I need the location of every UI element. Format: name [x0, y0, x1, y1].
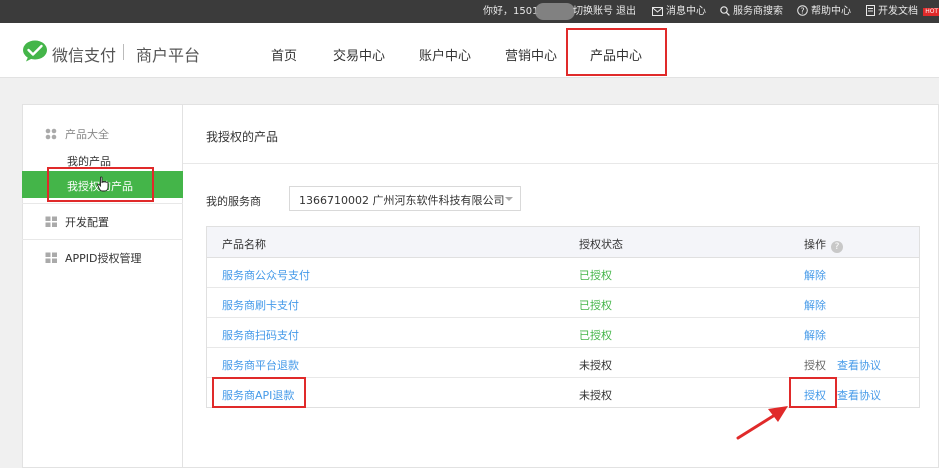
- arrow-icon: [736, 406, 788, 440]
- provider-search-link[interactable]: 服务商搜索: [720, 5, 783, 18]
- product-name-link[interactable]: 服务商公众号支付: [222, 267, 310, 283]
- nav-transaction-center[interactable]: 交易中心: [333, 45, 385, 64]
- view-agreement-link[interactable]: 查看协议: [837, 387, 881, 403]
- product-name-link[interactable]: 服务商平台退款: [222, 357, 299, 373]
- title-divider: [183, 163, 939, 164]
- svg-text:?: ?: [800, 6, 804, 15]
- brand-name: 微信支付: [52, 46, 117, 65]
- sidebar-group-products: 产品大全: [45, 126, 109, 142]
- top-bar: 你好，1501 切换账号 退出 消息中心 服务商搜索 ? 帮助中心 开发文档 HO…: [0, 0, 939, 23]
- status-text: 未授权: [579, 389, 612, 402]
- chevron-down-icon: [505, 197, 513, 201]
- hand-cursor-icon: [97, 176, 109, 192]
- help-circle-icon: ?: [797, 5, 808, 16]
- logout-link[interactable]: 退出: [616, 5, 636, 18]
- col-actions: 操作?: [804, 236, 843, 253]
- revoke-link[interactable]: 解除: [804, 297, 826, 313]
- messages-link[interactable]: 消息中心: [652, 5, 706, 18]
- table-row: 服务商公众号支付 已授权 解除: [207, 258, 919, 288]
- status-text: 未授权: [579, 359, 612, 372]
- sidebar-group-appid-auth-label: APPID授权管理: [65, 252, 142, 265]
- sidebar-group-products-label: 产品大全: [65, 128, 109, 141]
- api-refund-highlight-box: [212, 377, 306, 408]
- provider-select[interactable]: 1366710002 广州河东软件科技有限公司: [289, 186, 521, 211]
- provider-search-label: 服务商搜索: [733, 6, 783, 17]
- col-auth-status: 授权状态: [579, 238, 623, 251]
- document-icon: [866, 5, 875, 16]
- table-row: 服务商平台退款 未授权 授权 查看协议: [207, 348, 919, 378]
- squares-icon: [45, 252, 57, 263]
- sidebar-divider: [22, 203, 183, 204]
- authorize-highlight-box: [789, 377, 837, 408]
- help-link[interactable]: ? 帮助中心: [797, 5, 851, 18]
- help-label: 帮助中心: [811, 6, 851, 17]
- nav-account-center[interactable]: 账户中心: [419, 45, 471, 64]
- grid-icon: [45, 128, 57, 140]
- brand-separator: [123, 44, 124, 60]
- mail-icon: [652, 7, 663, 16]
- nav-home[interactable]: 首页: [271, 45, 297, 64]
- col-actions-label: 操作: [804, 238, 826, 251]
- sidebar-group-dev-config[interactable]: 开发配置: [45, 214, 109, 230]
- platform-name: 商户平台: [136, 46, 201, 65]
- greeting-text: 你好，1501: [483, 6, 539, 17]
- sidebar-group-dev-config-label: 开发配置: [65, 216, 109, 229]
- provider-select-value: 1366710002 广州河东软件科技有限公司: [299, 194, 505, 207]
- product-name-link[interactable]: 服务商扫码支付: [222, 327, 299, 343]
- squares-icon: [45, 216, 57, 227]
- col-product-name: 产品名称: [222, 238, 266, 251]
- status-text: 已授权: [579, 269, 612, 282]
- status-text: 已授权: [579, 299, 612, 312]
- revoke-link[interactable]: 解除: [804, 327, 826, 343]
- help-icon[interactable]: ?: [831, 241, 843, 253]
- sidebar-group-appid-auth[interactable]: APPID授权管理: [45, 250, 142, 266]
- nav-highlight-box: [566, 28, 667, 76]
- header: 微信支付 商户平台 首页 交易中心 账户中心 营销中心 产品中心: [0, 23, 939, 78]
- table-row: 服务商扫码支付 已授权 解除: [207, 318, 919, 348]
- hot-badge: HOT: [923, 8, 939, 16]
- view-agreement-link[interactable]: 查看协议: [837, 357, 881, 373]
- sidebar-divider: [22, 239, 183, 240]
- dev-docs-link[interactable]: 开发文档 HOT: [866, 5, 939, 18]
- wechat-pay-logo-icon[interactable]: [22, 40, 48, 62]
- table-header: 产品名称 授权状态 操作?: [207, 227, 919, 258]
- table-row: 服务商刷卡支付 已授权 解除: [207, 288, 919, 318]
- switch-account-link[interactable]: 切换账号: [573, 5, 613, 18]
- nav-marketing-center[interactable]: 营销中心: [505, 45, 557, 64]
- status-text: 已授权: [579, 329, 612, 342]
- dev-docs-label: 开发文档: [878, 6, 918, 17]
- messages-label: 消息中心: [666, 6, 706, 17]
- search-icon: [720, 6, 730, 16]
- product-name-link[interactable]: 服务商刷卡支付: [222, 297, 299, 313]
- provider-label: 我的服务商: [206, 195, 261, 208]
- authorize-link[interactable]: 授权: [804, 357, 826, 373]
- account-blur: [535, 3, 575, 20]
- revoke-link[interactable]: 解除: [804, 267, 826, 283]
- page-title: 我授权的产品: [206, 130, 279, 144]
